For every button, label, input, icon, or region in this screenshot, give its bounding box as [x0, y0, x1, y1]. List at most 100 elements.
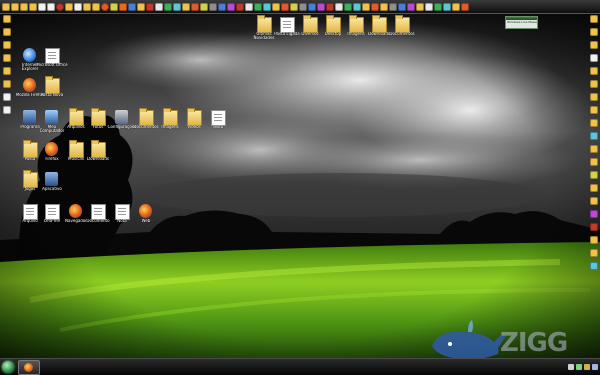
window-title: Windows Live Messenger	[507, 20, 537, 24]
folder-icon[interactable]	[182, 2, 190, 11]
document-icon[interactable]	[2, 93, 11, 101]
app-icon[interactable]	[263, 2, 271, 11]
app-icon[interactable]	[425, 2, 433, 11]
document-icon[interactable]	[38, 2, 46, 11]
folder-icon[interactable]	[589, 184, 598, 192]
app-icon[interactable]	[308, 2, 316, 11]
folder-icon[interactable]	[137, 2, 145, 11]
volume-icon[interactable]	[568, 364, 574, 370]
desktop-icon[interactable]: Web	[134, 204, 158, 228]
folder-icon[interactable]	[589, 106, 598, 114]
folder-icon[interactable]	[2, 67, 11, 75]
orb-icon[interactable]	[56, 2, 64, 11]
app-icon[interactable]	[290, 2, 298, 11]
app-icon[interactable]	[589, 171, 598, 179]
folder-icon[interactable]	[589, 67, 598, 75]
app-icon[interactable]	[164, 2, 172, 11]
app-icon[interactable]	[589, 262, 598, 270]
firefox-icon	[139, 204, 152, 218]
folder-icon	[23, 170, 38, 188]
circle-icon[interactable]	[101, 2, 109, 11]
app-icon[interactable]	[371, 2, 379, 11]
app-icon[interactable]	[218, 2, 226, 11]
app-icon[interactable]	[353, 2, 361, 11]
folder-icon[interactable]	[272, 2, 280, 11]
app-icon[interactable]	[317, 2, 325, 11]
app-icon[interactable]	[254, 2, 262, 11]
app-icon[interactable]	[398, 2, 406, 11]
app-icon[interactable]	[110, 2, 118, 11]
app-icon[interactable]	[344, 2, 352, 11]
network-icon[interactable]	[576, 364, 582, 370]
firefox-icon[interactable]	[119, 2, 127, 11]
folder-icon[interactable]	[589, 236, 598, 244]
folder-icon[interactable]	[589, 145, 598, 153]
desktop-icon[interactable]: Downloads	[86, 140, 110, 166]
messenger-window[interactable]: Windows Live Messenger	[505, 16, 538, 29]
app-icon[interactable]	[461, 2, 469, 11]
app-icon[interactable]	[362, 2, 370, 11]
clock-icon[interactable]	[592, 364, 598, 370]
document-icon[interactable]	[74, 2, 82, 11]
app-icon[interactable]	[281, 2, 289, 11]
app-icon[interactable]	[245, 2, 253, 11]
desktop[interactable]: Windows Live Messenger Ultimas Novidades…	[0, 0, 600, 375]
folder-icon[interactable]	[20, 2, 28, 11]
desktop-icon[interactable]: Documentos	[389, 15, 415, 41]
app-icon[interactable]	[589, 15, 598, 23]
folder-icon[interactable]	[11, 2, 19, 11]
app-icon[interactable]	[589, 210, 598, 218]
folder-icon[interactable]	[380, 2, 388, 11]
desktop-icon[interactable]: Aplicativo	[40, 172, 64, 196]
top-launcher-bar	[0, 0, 600, 14]
app-icon[interactable]	[335, 2, 343, 11]
folder-icon[interactable]	[29, 2, 37, 11]
folder-icon[interactable]	[589, 158, 598, 166]
shield-icon[interactable]	[584, 364, 590, 370]
app-icon[interactable]	[236, 2, 244, 11]
app-icon[interactable]	[589, 223, 598, 231]
folder-icon[interactable]	[589, 28, 598, 36]
folder-icon[interactable]	[589, 41, 598, 49]
folder-icon[interactable]	[2, 2, 10, 11]
start-button[interactable]	[2, 361, 14, 373]
folder-icon[interactable]	[589, 119, 598, 127]
app-icon[interactable]	[407, 2, 415, 11]
document-icon[interactable]	[47, 2, 55, 11]
app-icon[interactable]	[227, 2, 235, 11]
document-icon[interactable]	[589, 54, 598, 62]
app-icon[interactable]	[389, 2, 397, 11]
folder-icon[interactable]	[2, 80, 11, 88]
app-icon[interactable]	[452, 2, 460, 11]
app-icon[interactable]	[155, 2, 163, 11]
app-icon[interactable]	[443, 2, 451, 11]
app-icon[interactable]	[146, 2, 154, 11]
app-icon[interactable]	[92, 2, 100, 11]
folder-icon[interactable]	[2, 54, 11, 62]
desktop-icon[interactable]: Pasta Nova	[40, 76, 64, 102]
taskbar-firefox-button[interactable]	[18, 360, 40, 375]
folder-icon[interactable]	[2, 15, 11, 23]
document-icon[interactable]	[2, 106, 11, 114]
folder-icon[interactable]	[589, 249, 598, 257]
app-icon[interactable]	[589, 132, 598, 140]
folder-icon[interactable]	[83, 2, 91, 11]
app-icon[interactable]	[128, 2, 136, 11]
folder-icon[interactable]	[65, 2, 73, 11]
desktop-icon[interactable]: Texto	[206, 110, 230, 134]
app-icon[interactable]	[200, 2, 208, 11]
folder-icon[interactable]	[416, 2, 424, 11]
app-icon[interactable]	[326, 2, 334, 11]
app-icon[interactable]	[173, 2, 181, 11]
desktop-icon[interactable]: Microsoft Office	[36, 48, 68, 72]
app-icon[interactable]	[434, 2, 442, 11]
folder-icon	[349, 15, 364, 33]
folder-icon[interactable]	[589, 197, 598, 205]
folder-icon[interactable]	[2, 28, 11, 36]
folder-icon[interactable]	[589, 80, 598, 88]
app-icon[interactable]	[299, 2, 307, 11]
folder-icon[interactable]	[589, 93, 598, 101]
app-icon[interactable]	[191, 2, 199, 11]
app-icon[interactable]	[209, 2, 217, 11]
folder-icon[interactable]	[2, 41, 11, 49]
